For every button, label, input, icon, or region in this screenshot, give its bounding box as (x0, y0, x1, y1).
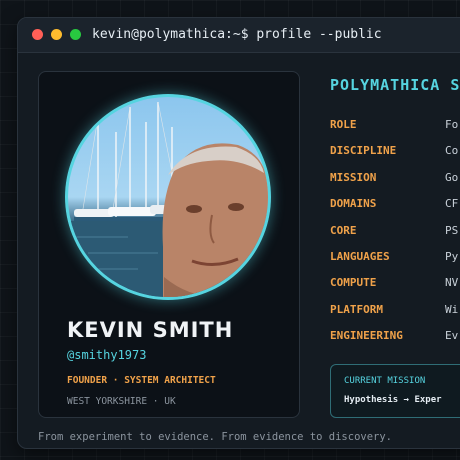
detail-value: CF (445, 197, 459, 210)
detail-key: COMPUTE (330, 276, 377, 289)
footer-tagline: From experiment to evidence. From eviden… (38, 431, 393, 443)
details-title: POLYMATHICA S (330, 76, 460, 94)
detail-value: PS (445, 224, 459, 237)
detail-value: Fo (445, 118, 459, 131)
detail-value: Ev (445, 329, 459, 342)
detail-key: ENGINEERING (330, 329, 403, 342)
profile-handle[interactable]: @smithy1973 (67, 348, 146, 362)
window-title: kevin@polymathica:~$ profile --public (92, 27, 382, 42)
detail-key: LANGUAGES (330, 250, 390, 263)
profile-roles: FOUNDER · SYSTEM ARCHITECT (67, 375, 216, 386)
profile-name: KEVIN SMITH (67, 318, 234, 342)
detail-value: NV (445, 276, 459, 289)
detail-key: DOMAINS (330, 197, 377, 210)
detail-value: Go (445, 171, 459, 184)
avatar-photo (68, 101, 268, 297)
terminal-window: kevin@polymathica:~$ profile --public KE… (17, 17, 460, 449)
avatar (65, 94, 271, 300)
detail-value: Wi (445, 303, 459, 316)
detail-key: MISSION (330, 171, 377, 184)
mission-text: Hypothesis → Exper (344, 395, 442, 405)
maximize-window-button[interactable] (70, 29, 81, 40)
detail-key: DISCIPLINE (330, 144, 397, 157)
detail-value: Py (445, 250, 459, 263)
current-mission-box: CURRENT MISSION Hypothesis → Exper (330, 364, 460, 418)
minimize-window-button[interactable] (51, 29, 62, 40)
detail-key: PLATFORM (330, 303, 383, 316)
detail-key: CORE (330, 224, 357, 237)
detail-value: Co (445, 144, 459, 157)
profile-card: KEVIN SMITH @smithy1973 FOUNDER · SYSTEM… (38, 71, 300, 418)
close-window-button[interactable] (32, 29, 43, 40)
title-bar: kevin@polymathica:~$ profile --public (18, 18, 460, 53)
profile-location: WEST YORKSHIRE · UK (67, 396, 176, 407)
detail-key: ROLE (330, 118, 357, 131)
mission-label: CURRENT MISSION (344, 376, 426, 386)
